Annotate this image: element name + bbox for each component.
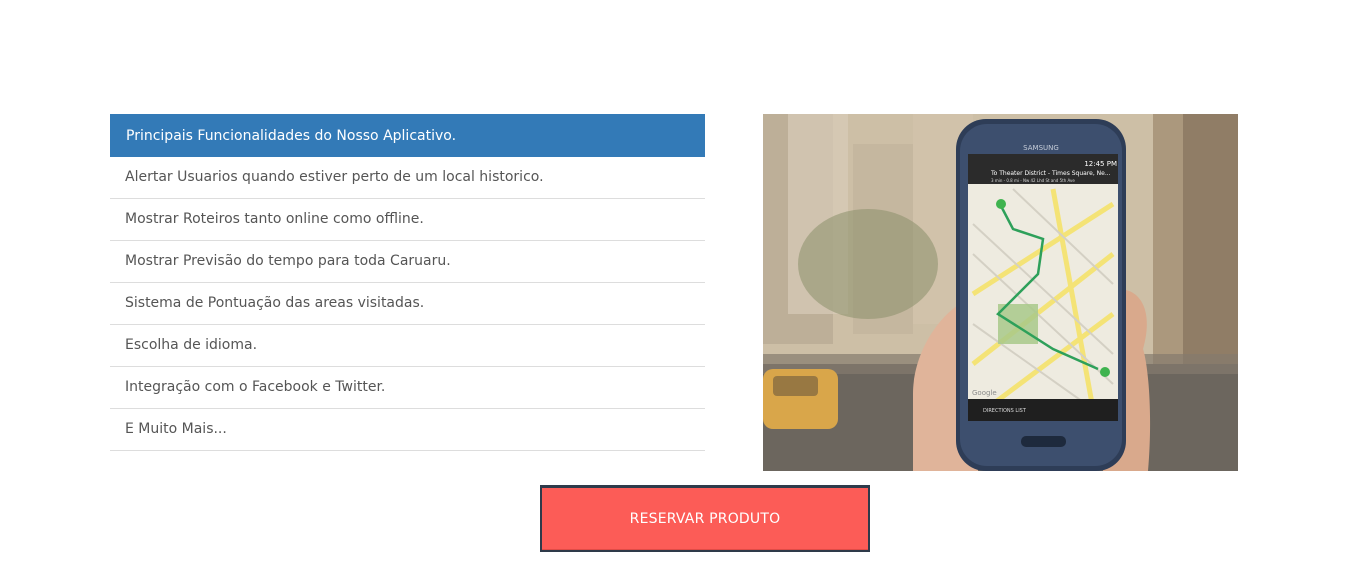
reserve-product-button[interactable]: RESERVAR PRODUTO — [542, 488, 868, 550]
phone-illustration: SAMSUNG 12:45 PM To Theater District - T… — [763, 114, 1238, 471]
status-time: 12:45 PM — [1084, 160, 1117, 168]
page: Principais Funcionalidades do Nosso Apli… — [0, 0, 1366, 580]
features-list: Principais Funcionalidades do Nosso Apli… — [110, 114, 705, 451]
feature-item: Sistema de Pontuação das areas visitadas… — [110, 283, 705, 325]
map-footer: DIRECTIONS LIST — [983, 408, 1027, 414]
feature-item: Alertar Usuarios quando estiver perto de… — [110, 157, 705, 199]
map-destination: To Theater District - Times Square, Ne..… — [990, 170, 1111, 177]
map-logo: Google — [972, 389, 997, 397]
features-header: Principais Funcionalidades do Nosso Apli… — [110, 114, 705, 157]
feature-item: Integração com o Facebook e Twitter. — [110, 367, 705, 409]
feature-item: E Muito Mais... — [110, 409, 705, 451]
phone-brand-label: SAMSUNG — [1023, 144, 1059, 152]
feature-item: Mostrar Roteiros tanto online como offli… — [110, 199, 705, 241]
map-route-info: 3 min - 0.8 mi - Nw 42 Lhd St and 5th Av… — [991, 178, 1075, 183]
app-photo: SAMSUNG 12:45 PM To Theater District - T… — [763, 114, 1238, 471]
feature-item: Mostrar Previsão do tempo para toda Caru… — [110, 241, 705, 283]
reserve-button-frame: RESERVAR PRODUTO — [540, 485, 870, 552]
feature-item: Escolha de idioma. — [110, 325, 705, 367]
